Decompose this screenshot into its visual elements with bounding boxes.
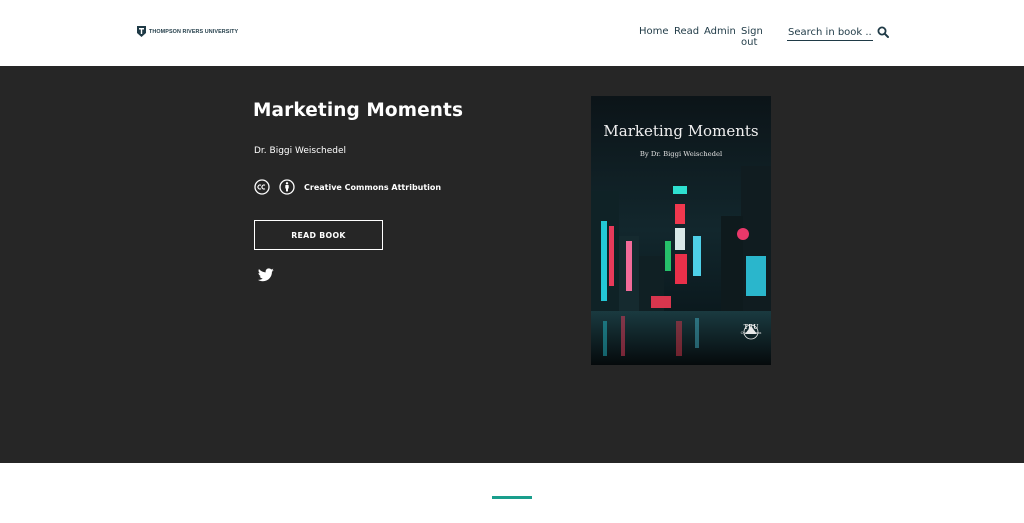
book-hero: Marketing Moments Dr. Biggi Weischedel C… [0, 66, 1024, 463]
logo-text: THOMPSON RIVERS UNIVERSITY [149, 28, 239, 35]
nav-read-link[interactable]: Read [674, 26, 699, 37]
search-icon[interactable] [877, 26, 889, 38]
cover-title: Marketing Moments [603, 122, 759, 140]
site-logo[interactable]: THOMPSON RIVERS UNIVERSITY [137, 26, 238, 37]
nav-home-link[interactable]: Home [639, 26, 669, 37]
book-title: Marketing Moments [253, 100, 464, 121]
site-header: THOMPSON RIVERS UNIVERSITY Home Read Adm… [0, 0, 1024, 66]
book-cover[interactable]: Marketing Moments By Dr. Biggi Weischede… [591, 96, 771, 365]
cover-publisher-short: TRU [743, 324, 759, 331]
cover-byline: By Dr. Biggi Weischedel [639, 150, 723, 158]
cover-publisher-sub: Open Press [740, 331, 762, 335]
nav-signout-link[interactable]: Sign out [741, 26, 763, 48]
read-book-button[interactable]: READ BOOK [254, 220, 383, 250]
nav-admin-link[interactable]: Admin [704, 26, 736, 37]
cover-publisher: TRU Open Press [740, 324, 762, 335]
section-divider [492, 496, 532, 499]
license-info: Creative Commons Attribution [254, 179, 441, 195]
search-input[interactable] [787, 24, 873, 41]
tru-logo-icon [137, 26, 146, 37]
cc-icon [254, 179, 270, 195]
twitter-icon[interactable] [258, 268, 274, 282]
attribution-icon [279, 179, 295, 195]
license-text[interactable]: Creative Commons Attribution [304, 183, 441, 192]
book-author: Dr. Biggi Weischedel [254, 146, 347, 156]
